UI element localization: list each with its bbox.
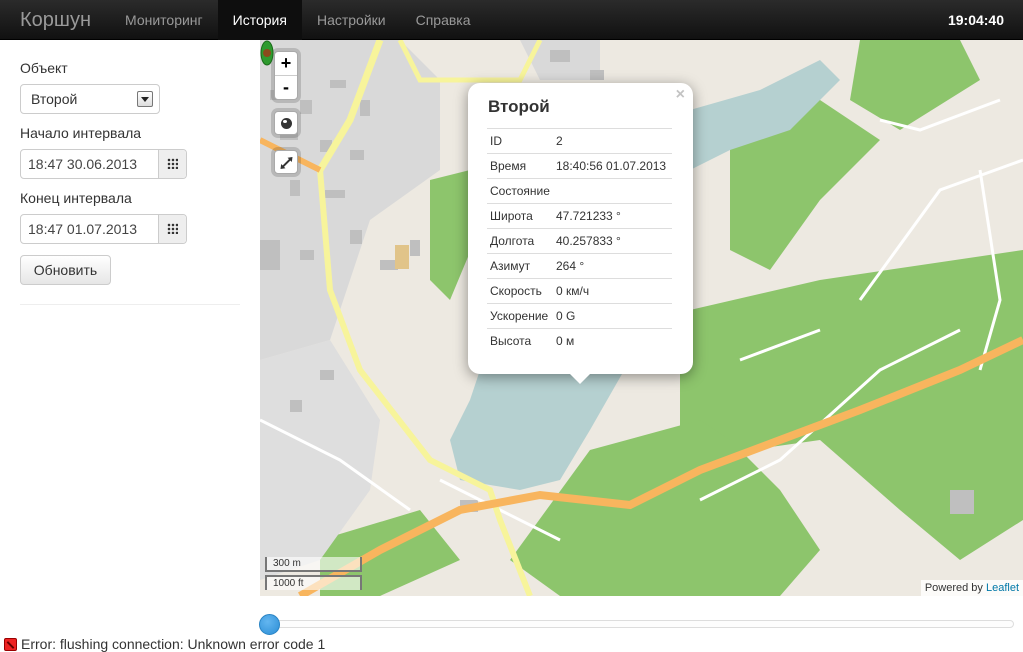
table-row: Долгота 40.257833 ° [487,228,672,254]
start-calendar-button[interactable] [158,150,186,178]
nav-history[interactable]: История [217,0,302,40]
row-value: 47.721233 ° [553,203,672,229]
fullscreen-button[interactable] [274,150,298,174]
calendar-icon [167,158,178,169]
row-key: Азимут [487,253,553,279]
dropdown-arrow-icon[interactable] [137,91,153,107]
row-key: Долгота [487,228,553,254]
popup-tip [568,372,592,384]
timeline-slider-handle[interactable] [259,614,280,635]
table-row: Азимут 264 ° [487,253,672,279]
object-select[interactable]: Второй [20,84,160,114]
row-key: Ускорение [487,303,553,329]
clock: 19:04:40 [947,12,1004,28]
table-row: Широта 47.721233 ° [487,203,672,229]
zoom-out-button[interactable]: - [275,76,297,100]
row-value: 18:40:56 01.07.2013 [553,153,672,179]
row-key: Высота [487,328,553,354]
row-value: 264 ° [553,253,672,279]
nav-monitoring[interactable]: Мониторинг [110,0,218,40]
scale-imperial: 1000 ft [265,575,362,590]
attribution-text: Powered by [924,582,986,594]
error-message: Error: flushing connection: Unknown erro… [21,636,326,652]
nav-help[interactable]: Справка [401,0,486,40]
start-label: Начало интервала [20,125,142,141]
end-label: Конец интервала [20,190,132,206]
row-value: 0 G [553,303,672,329]
row-key: Широта [487,203,553,229]
vehicle-marker-icon[interactable] [260,40,274,66]
object-select-value: Второй [31,91,78,107]
table-row: Скорость 0 км/ч [487,278,672,304]
row-value: 40.257833 ° [553,228,672,254]
expand-icon [281,157,292,169]
map-attribution: Powered by Leaflet [920,580,1023,596]
error-status: Error: flushing connection: Unknown erro… [4,636,325,652]
start-datetime-value: 18:47 30.06.2013 [28,156,137,172]
row-key: Состояние [487,178,553,204]
popup-close-button[interactable]: × [676,86,685,104]
table-row: Состояние [487,178,672,204]
popup-title: Второй [488,97,550,116]
table-row: Время 18:40:56 01.07.2013 [487,153,672,179]
refresh-button[interactable]: Обновить [20,255,111,285]
navbar: Коршун Мониторинг История Настройки Спра… [0,0,1023,40]
zoom-control: + - [274,51,298,100]
divider [20,304,240,305]
timeline-slider-track[interactable] [266,620,1014,628]
layers-button[interactable] [274,111,298,135]
end-calendar-button[interactable] [158,215,186,243]
main-nav: Мониторинг История Настройки Справка [110,0,486,40]
row-value: 0 км/ч [553,278,672,304]
table-row: Высота 0 м [487,328,672,354]
row-value: 0 м [553,328,672,354]
object-popup: × Второй ID 2 Время 18:40:56 01.07.2013 Со… [468,83,693,374]
end-datetime-value: 18:47 01.07.2013 [28,221,137,237]
row-value: 2 [553,128,672,154]
globe-icon [281,118,292,129]
row-key: Время [487,153,553,179]
row-key: ID [487,128,553,154]
brand-logo[interactable]: Коршун [20,0,91,40]
table-row: Ускорение 0 G [487,303,672,329]
sidebar: Объект Второй Начало интервала 18:47 30.… [0,40,260,600]
scale-metric: 300 m [265,557,362,572]
start-datetime-input[interactable]: 18:47 30.06.2013 [20,149,187,179]
end-datetime-input[interactable]: 18:47 01.07.2013 [20,214,187,244]
row-key: Скорость [487,278,553,304]
table-row: ID 2 [487,128,672,154]
object-label: Объект [20,60,68,76]
nav-settings[interactable]: Настройки [302,0,401,40]
map[interactable]: + - 300 m 1000 ft Powered by Leaflet × В… [260,40,1023,596]
row-value [553,178,672,204]
leaflet-link[interactable]: Leaflet [986,582,1019,594]
popup-info-table: ID 2 Время 18:40:56 01.07.2013 Состояние Ш… [487,128,672,354]
zoom-in-button[interactable]: + [275,52,297,76]
calendar-icon [167,223,178,234]
error-icon [4,637,17,651]
